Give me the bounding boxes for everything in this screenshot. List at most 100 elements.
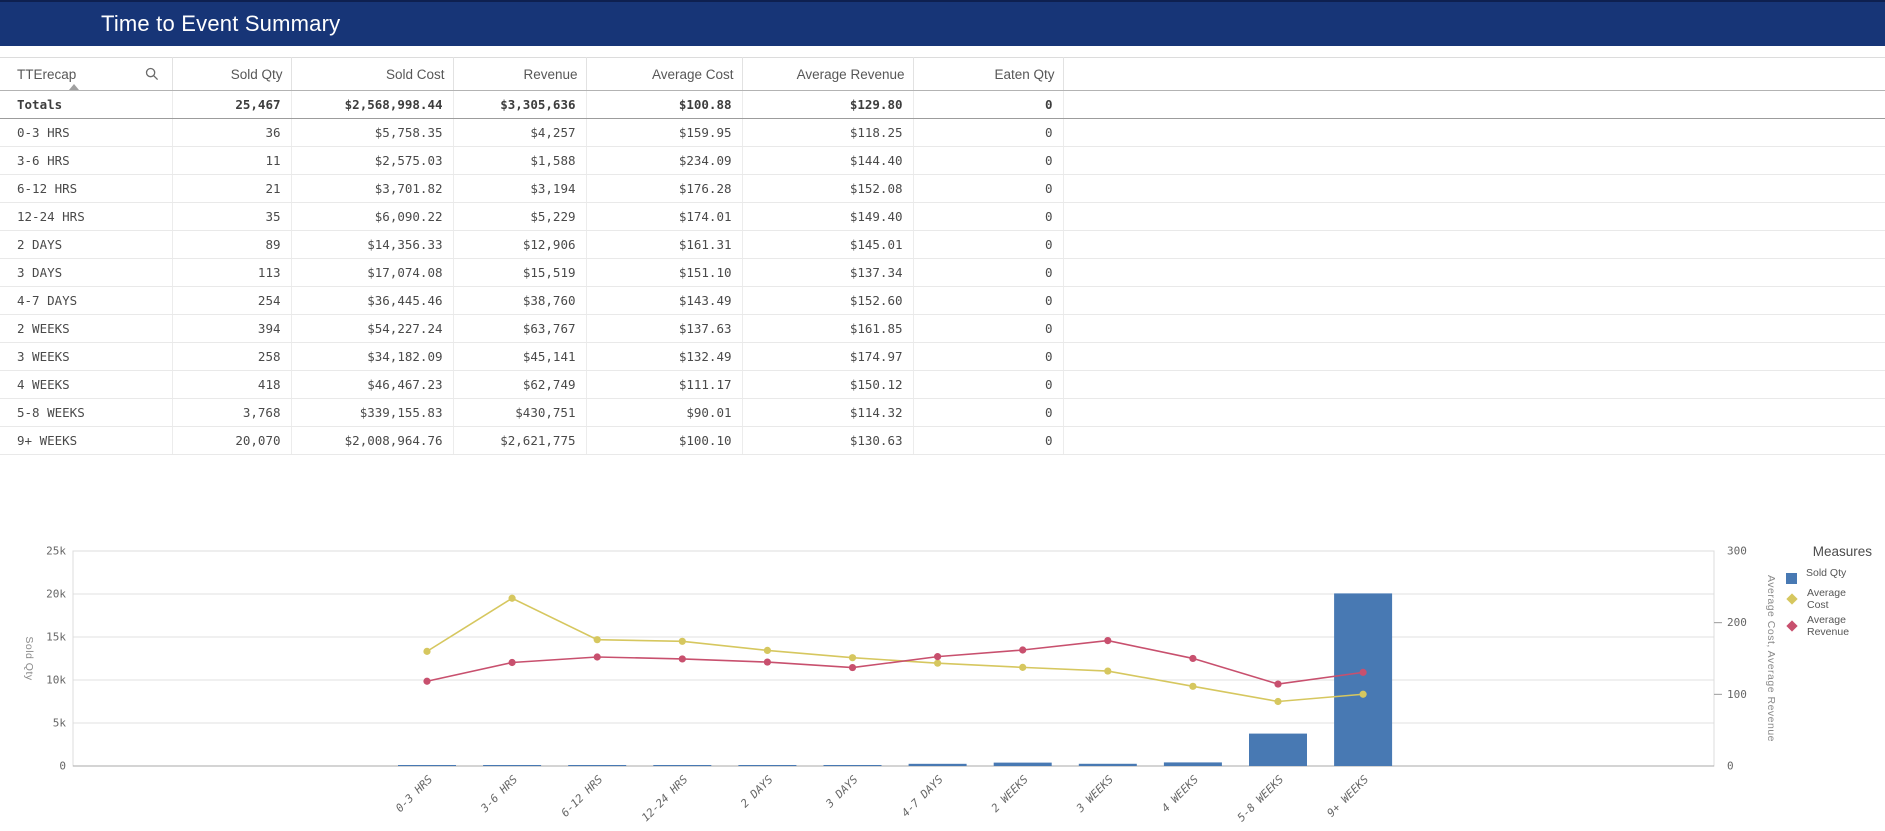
- table-cell: $62,749: [453, 371, 586, 399]
- page-title: Time to Event Summary: [101, 13, 340, 35]
- svg-text:20k: 20k: [46, 588, 66, 601]
- table-cell: $15,519: [453, 259, 586, 287]
- table-cell: $132.49: [586, 343, 742, 371]
- table-cell: 254: [172, 287, 291, 315]
- column-header-spacer: [1063, 58, 1885, 91]
- row-label[interactable]: 9+ WEEKS: [0, 427, 172, 455]
- table-cell: $45,141: [453, 343, 586, 371]
- legend-label: Average Revenue: [1807, 615, 1853, 638]
- table-cell: 0: [913, 119, 1063, 147]
- table-cell: $1,588: [453, 147, 586, 175]
- row-label[interactable]: 4-7 DAYS: [0, 287, 172, 315]
- table-cell: 0: [913, 91, 1063, 119]
- column-header-average-revenue[interactable]: Average Revenue: [742, 58, 913, 91]
- legend-square-swatch: [1786, 573, 1797, 584]
- svg-text:0: 0: [1727, 760, 1734, 773]
- row-label[interactable]: Totals: [0, 91, 172, 119]
- legend-item-sold-qty[interactable]: Sold Qty: [1782, 568, 1878, 584]
- table-cell: 89: [172, 231, 291, 259]
- table-cell: 0: [913, 343, 1063, 371]
- svg-text:100: 100: [1727, 688, 1747, 701]
- table-cell: $3,194: [453, 175, 586, 203]
- table-cell: $118.25: [742, 119, 913, 147]
- table-cell: $137.34: [742, 259, 913, 287]
- row-label[interactable]: 6-12 HRS: [0, 175, 172, 203]
- table-cell: $46,467.23: [291, 371, 453, 399]
- table-cell: 0: [913, 287, 1063, 315]
- table-cell: $145.01: [742, 231, 913, 259]
- column-header-revenue[interactable]: Revenue: [453, 58, 586, 91]
- combo-chart-container: 05k10k15k20k25kSold Qty0100200300Average…: [0, 540, 1885, 831]
- table-row: 12-24 HRS35$6,090.22$5,229$174.01$149.40…: [0, 203, 1885, 231]
- svg-text:2 DAYS: 2 DAYS: [738, 773, 776, 811]
- table-cell: 394: [172, 315, 291, 343]
- table-cell: $100.10: [586, 427, 742, 455]
- chart-legend: Measures Sold Qty Average Cost Average Rev…: [1782, 544, 1878, 642]
- table-row: 9+ WEEKS20,070$2,008,964.76$2,621,775$10…: [0, 427, 1885, 455]
- row-label[interactable]: 0-3 HRS: [0, 119, 172, 147]
- row-label[interactable]: 4 WEEKS: [0, 371, 172, 399]
- table-cell: [1063, 231, 1885, 259]
- row-label[interactable]: 2 DAYS: [0, 231, 172, 259]
- row-label[interactable]: 3 WEEKS: [0, 343, 172, 371]
- legend-item-average-revenue[interactable]: Average Revenue: [1782, 615, 1878, 638]
- legend-diamond-swatch: [1786, 620, 1797, 631]
- table-cell: $234.09: [586, 147, 742, 175]
- table-row: 0-3 HRS36$5,758.35$4,257$159.95$118.250: [0, 119, 1885, 147]
- table-cell: [1063, 315, 1885, 343]
- table-row: 4-7 DAYS254$36,445.46$38,760$143.49$152.…: [0, 287, 1885, 315]
- row-label[interactable]: 3-6 HRS: [0, 147, 172, 175]
- svg-text:5k: 5k: [53, 717, 67, 730]
- column-header-sold-qty[interactable]: Sold Qty: [172, 58, 291, 91]
- row-label[interactable]: 12-24 HRS: [0, 203, 172, 231]
- plot-border: [73, 551, 1714, 766]
- table-cell: $152.60: [742, 287, 913, 315]
- table-cell: 35: [172, 203, 291, 231]
- table-cell: [1063, 399, 1885, 427]
- table-cell: $36,445.46: [291, 287, 453, 315]
- table-cell: $38,760: [453, 287, 586, 315]
- column-header-sold-cost[interactable]: Sold Cost: [291, 58, 453, 91]
- table-cell: 0: [913, 203, 1063, 231]
- column-header-average-cost[interactable]: Average Cost: [586, 58, 742, 91]
- table-row: 3-6 HRS11$2,575.03$1,588$234.09$144.400: [0, 147, 1885, 175]
- row-label[interactable]: 3 DAYS: [0, 259, 172, 287]
- column-header-tterecap[interactable]: TTErecap: [0, 58, 172, 91]
- table-cell: $2,008,964.76: [291, 427, 453, 455]
- summary-table-container: TTErecapSold QtySold CostRevenueAverage …: [0, 57, 1885, 455]
- svg-text:12-24 HRS: 12-24 HRS: [639, 773, 691, 825]
- table-cell: 0: [913, 259, 1063, 287]
- table-cell: 25,467: [172, 91, 291, 119]
- table-cell: [1063, 175, 1885, 203]
- combo-chart[interactable]: 05k10k15k20k25kSold Qty0100200300Average…: [0, 540, 1885, 831]
- table-cell: 0: [913, 399, 1063, 427]
- table-cell: $137.63: [586, 315, 742, 343]
- table-cell: $130.63: [742, 427, 913, 455]
- legend-item-average-cost[interactable]: Average Cost: [1782, 588, 1878, 611]
- x-axis-labels[interactable]: 0-3 HRS3-6 HRS6-12 HRS12-24 HRS2 DAYS3 D…: [393, 773, 1371, 825]
- table-row: 3 WEEKS258$34,182.09$45,141$132.49$174.9…: [0, 343, 1885, 371]
- search-icon[interactable]: [145, 67, 159, 81]
- table-cell: $114.32: [742, 399, 913, 427]
- table-cell: $159.95: [586, 119, 742, 147]
- table-cell: $5,229: [453, 203, 586, 231]
- row-label[interactable]: 2 WEEKS: [0, 315, 172, 343]
- legend-title: Measures: [1782, 544, 1878, 559]
- table-cell: $4,257: [453, 119, 586, 147]
- table-cell: $12,906: [453, 231, 586, 259]
- table-cell: [1063, 343, 1885, 371]
- line-average-cost[interactable]: [423, 595, 1366, 705]
- row-label[interactable]: 5-8 WEEKS: [0, 399, 172, 427]
- window-top-edge: [0, 0, 1885, 2]
- legend-label: Sold Qty: [1806, 568, 1852, 584]
- table-cell: [1063, 91, 1885, 119]
- table-cell: $151.10: [586, 259, 742, 287]
- table-cell: $3,701.82: [291, 175, 453, 203]
- table-cell: $14,356.33: [291, 231, 453, 259]
- table-cell: $129.80: [742, 91, 913, 119]
- table-cell: $144.40: [742, 147, 913, 175]
- svg-text:5-8 WEEKS: 5-8 WEEKS: [1235, 773, 1287, 825]
- table-cell: $90.01: [586, 399, 742, 427]
- table-cell: [1063, 259, 1885, 287]
- column-header-eaten-qty[interactable]: Eaten Qty: [913, 58, 1063, 91]
